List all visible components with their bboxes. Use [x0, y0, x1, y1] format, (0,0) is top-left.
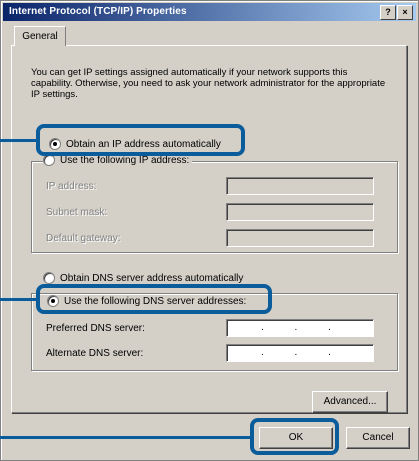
highlight-use-dns	[36, 284, 272, 314]
advanced-button[interactable]: Advanced...	[312, 391, 388, 413]
title-bar[interactable]: Internet Protocol (TCP/IP) Properties ? …	[3, 3, 416, 21]
default-gateway-field[interactable]	[226, 229, 374, 247]
obtain-dns-auto-radio[interactable]: Obtain DNS server address automatically	[43, 272, 243, 284]
subnet-mask-label: Subnet mask:	[46, 207, 108, 218]
tab-general[interactable]: General	[14, 26, 66, 46]
cancel-button[interactable]: Cancel	[346, 427, 410, 449]
use-following-ip-label: Use the following IP address:	[60, 154, 190, 166]
subnet-mask-field[interactable]	[226, 203, 374, 221]
obtain-dns-auto-label: Obtain DNS server address automatically	[60, 272, 244, 284]
callout-line-use-dns	[0, 298, 36, 301]
preferred-dns-label: Preferred DNS server:	[46, 323, 145, 334]
alternate-dns-value: . . .	[261, 347, 345, 358]
help-button[interactable]: ?	[380, 5, 396, 20]
close-button[interactable]: ×	[397, 5, 413, 20]
highlight-obtain-ip	[36, 124, 245, 156]
default-gateway-label: Default gateway:	[46, 233, 121, 244]
highlight-ok	[250, 418, 339, 455]
ip-address-field[interactable]	[226, 177, 374, 195]
ip-address-label: IP address:	[46, 181, 97, 192]
alternate-dns-label: Alternate DNS server:	[46, 348, 144, 359]
preferred-dns-field[interactable]: . . .	[226, 319, 374, 337]
tcpip-properties-dialog: Internet Protocol (TCP/IP) Properties ? …	[0, 0, 419, 461]
callout-line-obtain-ip	[0, 139, 36, 142]
radio-unselected-icon	[43, 272, 55, 284]
window-title: Internet Protocol (TCP/IP) Properties	[9, 6, 187, 17]
alternate-dns-field[interactable]: . . .	[226, 344, 374, 362]
preferred-dns-value: . . .	[261, 322, 345, 333]
description-text: You can get IP settings assigned automat…	[31, 67, 386, 100]
tab-general-label: General	[22, 31, 58, 42]
callout-line-ok	[0, 436, 250, 439]
